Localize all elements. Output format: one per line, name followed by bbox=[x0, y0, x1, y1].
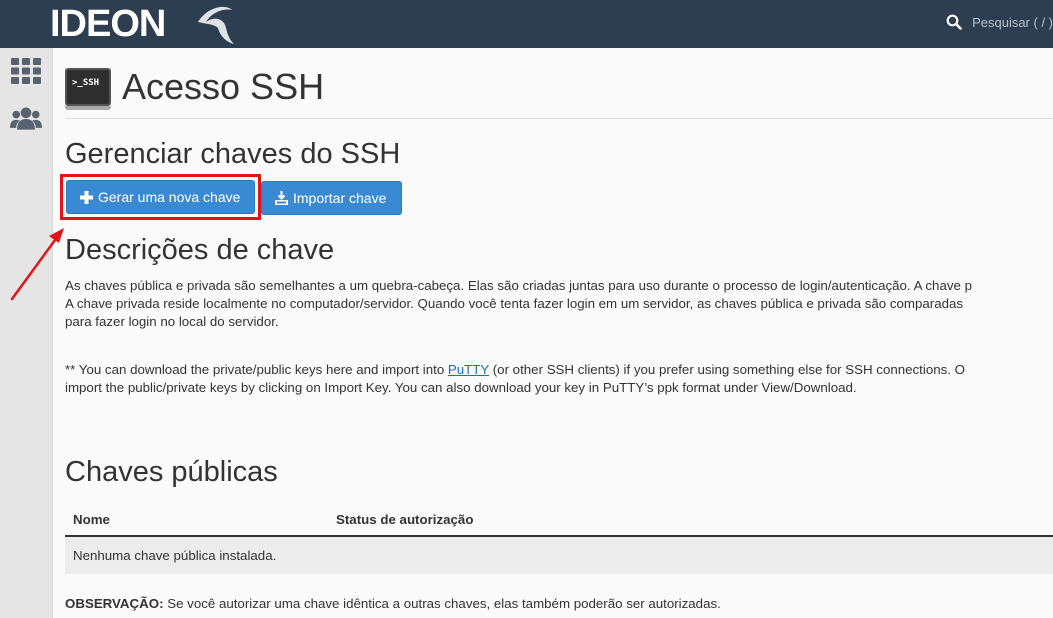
generate-key-label: Gerar uma nova chave bbox=[98, 189, 241, 205]
users-icon bbox=[10, 107, 42, 130]
putty-note-pre: ** You can download the private/public k… bbox=[65, 362, 448, 377]
column-header-name[interactable]: Nome bbox=[73, 512, 110, 527]
page-header: >_SSH Acesso SSH bbox=[65, 66, 325, 110]
putty-note-line: ** You can download the private/public k… bbox=[65, 361, 965, 379]
plus-icon bbox=[80, 190, 93, 204]
page-title: Acesso SSH bbox=[122, 66, 325, 107]
top-bar: IDEON Pesquisar ( / ) bbox=[0, 0, 1053, 48]
putty-note-line: import the public/private keys by clicki… bbox=[65, 380, 857, 395]
search-box[interactable]: Pesquisar ( / ) bbox=[946, 0, 1053, 44]
terminal-icon-label: >_SSH bbox=[72, 78, 100, 88]
table-header: Nome Status de autorização bbox=[65, 508, 1053, 537]
main-content: >_SSH Acesso SSH Gerenciar chaves do SSH… bbox=[53, 48, 1053, 618]
description-line: para fazer login no local do servidor. bbox=[65, 314, 279, 329]
import-icon bbox=[275, 191, 288, 205]
logo-swoosh-icon bbox=[198, 6, 234, 44]
search-input[interactable]: Pesquisar ( / ) bbox=[972, 15, 1053, 30]
putty-note: ** You can download the private/public k… bbox=[65, 361, 965, 397]
import-key-button[interactable]: Importar chave bbox=[261, 181, 402, 215]
search-icon[interactable] bbox=[946, 14, 962, 30]
note-text: Se você autorizar uma chave idêntica a o… bbox=[163, 596, 721, 611]
key-descriptions-heading: Descrições de chave bbox=[65, 234, 335, 266]
observation-note: OBSERVAÇÃO: Se você autorizar uma chave … bbox=[65, 596, 721, 611]
terminal-icon: >_SSH bbox=[65, 68, 111, 110]
note-label: OBSERVAÇÃO: bbox=[65, 596, 164, 611]
public-keys-heading: Chaves públicas bbox=[65, 456, 278, 488]
description-line: As chaves pública e privada são semelhan… bbox=[65, 278, 972, 293]
logo-text: IDEON bbox=[50, 2, 166, 45]
grid-icon bbox=[11, 58, 41, 84]
sidebar-item-tools[interactable] bbox=[10, 56, 42, 86]
divider bbox=[65, 118, 1053, 119]
putty-note-post: (or other SSH clients) if you prefer usi… bbox=[489, 362, 965, 377]
manage-keys-heading: Gerenciar chaves do SSH bbox=[65, 138, 401, 170]
generate-key-button[interactable]: Gerar uma nova chave bbox=[66, 180, 255, 214]
sidebar bbox=[0, 48, 53, 618]
putty-link[interactable]: PuTTY bbox=[448, 362, 489, 377]
column-header-status[interactable]: Status de autorização bbox=[336, 512, 473, 527]
empty-table-message: Nenhuma chave pública instalada. bbox=[73, 548, 277, 563]
import-key-label: Importar chave bbox=[293, 190, 387, 206]
sidebar-item-users[interactable] bbox=[10, 104, 42, 134]
key-description-text: As chaves pública e privada são semelhan… bbox=[65, 277, 972, 331]
ideon-logo[interactable]: IDEON bbox=[50, 0, 234, 48]
table-row: Nenhuma chave pública instalada. bbox=[65, 537, 1053, 574]
description-line: A chave privada reside localmente no com… bbox=[65, 296, 964, 311]
